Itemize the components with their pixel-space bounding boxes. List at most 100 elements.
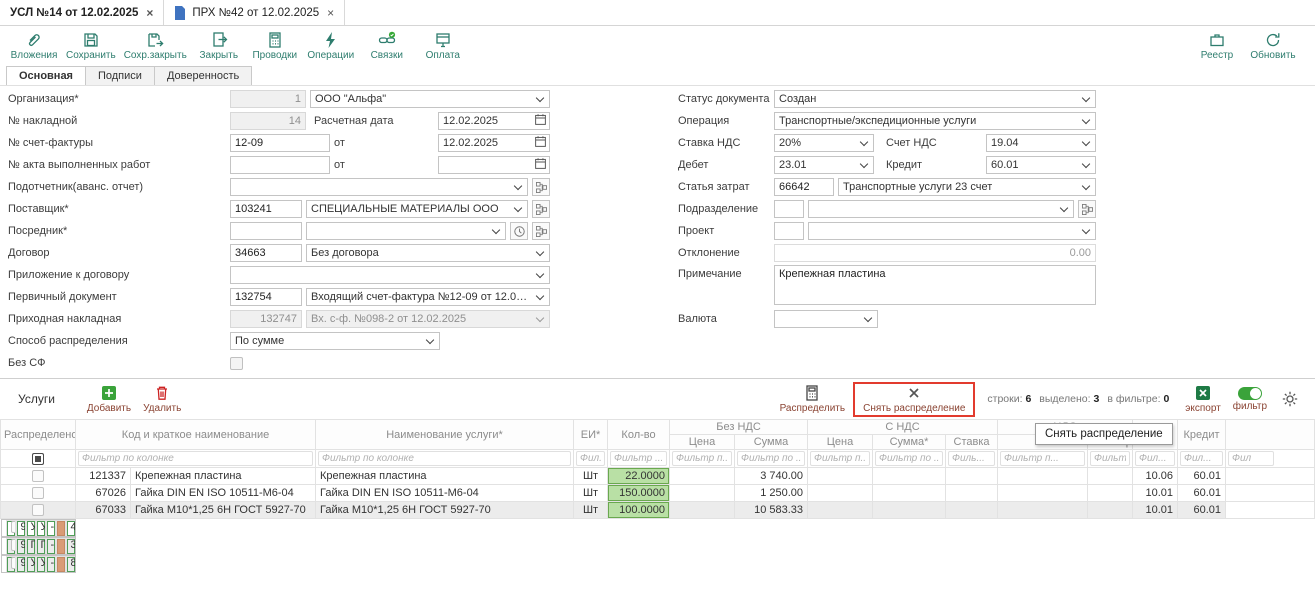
cost-item-code-input[interactable] (774, 178, 834, 196)
toolbar-postings-button[interactable]: Проводки (247, 29, 303, 63)
column-filter-input[interactable] (318, 451, 571, 466)
column-filter-input[interactable] (737, 451, 805, 466)
cell-unit[interactable]: Шт (574, 502, 608, 519)
column-filter-input[interactable] (78, 451, 313, 466)
cell-sum-vat[interactable] (873, 502, 946, 519)
column-filter-input[interactable] (875, 451, 943, 466)
row-checkbox[interactable] (32, 487, 44, 499)
intermediary-code-input[interactable] (230, 222, 302, 240)
window-tab-prh[interactable]: ПРХ №42 от 12.02.2025 × (164, 0, 345, 25)
department-code-input[interactable] (774, 200, 804, 218)
undistribute-button[interactable]: Снять распределение (857, 384, 971, 415)
cell-short-name[interactable]: Крепежная пластина (131, 468, 316, 485)
cell-vat-account[interactable] (1088, 468, 1133, 485)
col-unit[interactable]: ЕИ* (574, 420, 608, 450)
cell-code[interactable]: 121337 (76, 468, 131, 485)
supplier-code-input[interactable] (230, 200, 302, 218)
settlement-date-input[interactable]: 12.02.2025 (438, 112, 550, 130)
table-row[interactable]: 99222 Услуга по организации доставки (экс… (1, 555, 76, 573)
cell-vat-sum[interactable] (998, 468, 1088, 485)
column-filter-input[interactable] (948, 451, 995, 466)
close-icon[interactable]: × (327, 6, 334, 20)
cell-short-name[interactable]: Гайка DIN EN ISO 10511-М6-04 (131, 485, 316, 502)
cell-short-name[interactable]: Упаковка груза в картонную коробку (26, 520, 36, 537)
column-filter-input[interactable] (1090, 451, 1130, 466)
department-select[interactable] (808, 200, 1074, 218)
operation-select[interactable]: Транспортные/экспедиционные услуги (774, 112, 1096, 130)
cell-service-name[interactable]: Подготовка груза к отправке автотранспор… (36, 538, 46, 555)
cell-qty[interactable] (56, 556, 66, 573)
toolbar-payment-button[interactable]: Оплата (415, 29, 471, 63)
organization-code-input[interactable] (230, 90, 306, 108)
credit-select[interactable]: 60.01 (986, 156, 1096, 174)
cell-service-name[interactable]: Гайка М10*1,25 6Н ГОСТ 5927-70 (316, 502, 574, 519)
cost-item-select[interactable]: Транспортные услуги 23 счет (838, 178, 1096, 196)
act-number-input[interactable] (230, 156, 330, 174)
tab-signatures[interactable]: Подписи (85, 66, 155, 86)
cell-rate[interactable] (946, 485, 998, 502)
col-code-name[interactable]: Код и краткое наименование (76, 420, 316, 450)
cell-qty[interactable]: 100.0000 (608, 502, 670, 519)
vat-rate-select[interactable]: 20% (774, 134, 874, 152)
toolbar-refresh-button[interactable]: Обновить (1245, 29, 1301, 63)
cell-code[interactable]: 99222 (16, 556, 26, 573)
col-credit[interactable]: Кредит (1178, 420, 1226, 450)
column-filter-input[interactable] (672, 451, 732, 466)
cell-unit[interactable]: - (46, 556, 56, 573)
cell-qty[interactable] (56, 538, 66, 555)
distribution-method-select[interactable]: По сумме (230, 332, 440, 350)
toolbar-links-button[interactable]: Связки (359, 29, 415, 63)
col-rate[interactable]: Ставка (946, 435, 998, 450)
cell-debit[interactable]: 10.01 (1133, 485, 1178, 502)
cell-short-name[interactable]: Подготовка груза к отправке автотрансп..… (26, 538, 36, 555)
calendar-icon[interactable] (534, 135, 547, 151)
cell-sum-no-vat[interactable]: 10 583.33 (735, 502, 808, 519)
cell-sum-no-vat[interactable]: 1 250.00 (735, 485, 808, 502)
export-button[interactable]: экспорт (1179, 384, 1227, 415)
filter-toggle[interactable]: фильтр (1227, 386, 1273, 413)
table-row[interactable]: 67026Гайка DIN EN ISO 10511-М6-04Гайка D… (1, 485, 1315, 502)
cell-price-vat[interactable] (808, 468, 873, 485)
cell-unit[interactable]: Шт (574, 468, 608, 485)
cell-code[interactable]: 67033 (76, 502, 131, 519)
toolbar-close-button[interactable]: Закрыть (191, 29, 247, 63)
cell-qty[interactable]: 150.0000 (608, 485, 670, 502)
toolbar-operations-button[interactable]: Операции (303, 29, 359, 63)
cell-service-name[interactable]: Услуга по организации доставки (экспедир… (36, 556, 46, 573)
col-sum-vat[interactable]: Сумма* (873, 435, 946, 450)
project-select[interactable] (808, 222, 1096, 240)
primary-doc-select[interactable]: Входящий счет-фактура №12-09 от 12.02.20… (306, 288, 550, 306)
currency-select[interactable] (774, 310, 878, 328)
cell-price-no-vat[interactable] (670, 502, 735, 519)
cell-debit[interactable]: 10.01 (1133, 502, 1178, 519)
column-filter-input[interactable] (1135, 451, 1175, 466)
project-code-input[interactable] (774, 222, 804, 240)
cell-price-no-vat[interactable]: 333.33 (66, 538, 76, 555)
column-filter-input[interactable] (1180, 451, 1223, 466)
cell-price-no-vat[interactable]: 416.67 (66, 520, 76, 537)
toolbar-save-close-button[interactable]: Сохр.закрыть (120, 29, 191, 63)
cell-service-name[interactable]: Упаковка груза в картонную коробку (36, 520, 46, 537)
primary-doc-code-input[interactable] (230, 288, 302, 306)
close-icon[interactable]: × (146, 6, 153, 20)
toolbar-save-button[interactable]: Сохранить (62, 29, 120, 63)
cell-vat-account[interactable] (1088, 502, 1133, 519)
window-tab-usl[interactable]: УСЛ №14 от 12.02.2025 × (0, 0, 164, 25)
note-textarea[interactable]: Крепежная пластина (774, 265, 1096, 305)
no-sf-checkbox[interactable] (230, 357, 243, 370)
column-filter-input[interactable] (610, 451, 667, 466)
col-qty[interactable]: Кол-во (608, 420, 670, 450)
table-row[interactable]: 121337Крепежная пластинаКрепежная пласти… (1, 468, 1315, 485)
column-filter-input[interactable] (1228, 451, 1274, 466)
cell-sum-vat[interactable] (873, 485, 946, 502)
tab-power-of-attorney[interactable]: Доверенность (154, 66, 252, 86)
cell-rate[interactable] (946, 502, 998, 519)
cell-credit[interactable]: 60.01 (1178, 502, 1226, 519)
col-service-name[interactable]: Наименование услуги* (316, 420, 574, 450)
cell-vat-sum[interactable] (998, 502, 1088, 519)
add-row-button[interactable]: Добавить (81, 384, 137, 415)
select-all-checkbox[interactable] (32, 453, 44, 465)
cell-code[interactable]: 67026 (76, 485, 131, 502)
hierarchy-button[interactable] (532, 200, 550, 218)
cell-sum-vat[interactable] (873, 468, 946, 485)
